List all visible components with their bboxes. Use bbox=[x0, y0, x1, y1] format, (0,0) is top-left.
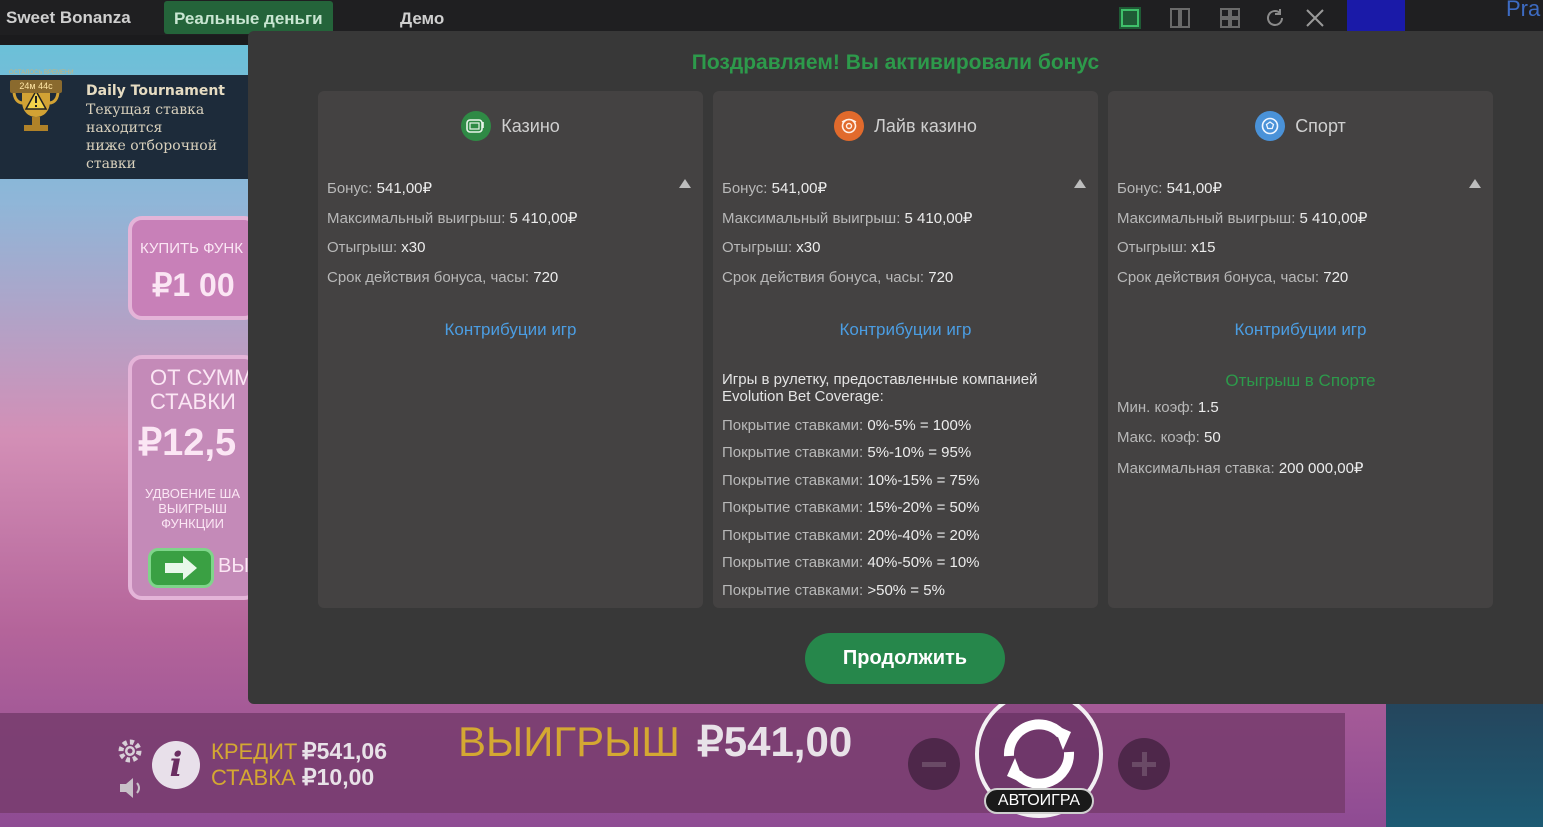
card-title: Казино bbox=[501, 115, 560, 136]
wager-row: Отыгрыш: x30 bbox=[722, 239, 821, 256]
tab-real-money[interactable]: Реальные деньги bbox=[164, 1, 333, 34]
coverage-row: Покрытие ставками: 20%-40% = 20% bbox=[722, 527, 980, 544]
provider-logo: Pra bbox=[1506, 0, 1541, 21]
validity-row: Срок действия бонуса, часы: 720 bbox=[1117, 269, 1349, 286]
min-odds-row: Мин. коэф: 1.5 bbox=[1117, 399, 1219, 416]
speaker-icon[interactable] bbox=[118, 776, 146, 800]
gear-icon[interactable] bbox=[116, 737, 144, 765]
max-odds-row: Макс. коэф: 50 bbox=[1117, 429, 1221, 446]
soccer-ball-icon bbox=[1255, 111, 1286, 141]
minus-icon bbox=[922, 762, 946, 767]
win-label: ВЫИГРЫШ bbox=[458, 718, 680, 765]
arrow-right-icon bbox=[165, 556, 197, 580]
max-win-row: Максимальный выигрыш: 5 410,00₽ bbox=[1117, 210, 1368, 227]
tournament-timer: 24м 44с bbox=[10, 80, 62, 93]
coverage-row: Покрытие ставками: >50% = 5% bbox=[722, 582, 945, 599]
game-contributions-link[interactable]: Контрибуции игр bbox=[1108, 320, 1493, 340]
card-title: Лайв казино bbox=[874, 115, 977, 136]
tournament-timer-label: ОСТАЛОСЬ ВРЕМЕНИ bbox=[9, 70, 74, 76]
game-contributions-link[interactable]: Контрибуции игр bbox=[713, 320, 1098, 340]
modal-title: Поздравляем! Вы активировали бонус bbox=[691, 51, 1100, 74]
card-header: Казино bbox=[318, 111, 703, 141]
ante-toggle-button[interactable] bbox=[148, 548, 214, 588]
bonus-card-sport: Спорт Бонус: 541,00₽ Максимальный выигры… bbox=[1108, 91, 1493, 608]
roulette-intro-text: Игры в рулетку, предоставленные компание… bbox=[722, 371, 1038, 405]
card-title: Спорт bbox=[1295, 115, 1346, 136]
buy-feature-label: КУПИТЬ ФУНК bbox=[140, 240, 244, 257]
tab-demo[interactable]: Демо bbox=[390, 1, 454, 34]
bonus-row: Бонус: 541,00₽ bbox=[1117, 180, 1223, 197]
language-flag[interactable] bbox=[1347, 0, 1405, 31]
wager-row: Отыгрыш: x30 bbox=[327, 239, 426, 256]
game-title: Sweet Bonanza bbox=[6, 8, 131, 27]
bonus-row: Бонус: 541,00₽ bbox=[327, 180, 433, 197]
bonus-card-live-casino: Лайв казино Бонус: 541,00₽ Максимальный … bbox=[713, 91, 1098, 608]
split-view-icon[interactable] bbox=[1168, 6, 1192, 30]
close-icon[interactable] bbox=[1303, 6, 1327, 30]
credit-label: КРЕДИТ bbox=[211, 739, 298, 764]
ante-bet-price: ₽12,5 bbox=[138, 422, 237, 464]
collapse-triangle-icon[interactable] bbox=[679, 179, 691, 188]
validity-row: Срок действия бонуса, часы: 720 bbox=[722, 269, 954, 286]
tournament-text: Текущая ставка находится ниже отборочной… bbox=[86, 102, 218, 177]
win-value: ₽541,00 bbox=[697, 718, 853, 765]
continue-button[interactable]: Продолжить bbox=[805, 633, 1005, 684]
sport-wager-subtitle: Отыгрыш в Спорте bbox=[1225, 371, 1376, 390]
collapse-triangle-icon[interactable] bbox=[1469, 179, 1481, 188]
plus-icon bbox=[1132, 752, 1156, 776]
single-view-icon[interactable] bbox=[1118, 6, 1142, 30]
reload-icon[interactable] bbox=[1263, 6, 1287, 30]
max-stake-row: Максимальная ставка: 200 000,00₽ bbox=[1117, 460, 1364, 477]
max-win-row: Максимальный выигрыш: 5 410,00₽ bbox=[722, 210, 973, 227]
collapse-triangle-icon[interactable] bbox=[1074, 179, 1086, 188]
credit-value: ₽541,06 bbox=[302, 738, 387, 764]
bonus-row: Бонус: 541,00₽ bbox=[722, 180, 828, 197]
stake-value: ₽10,00 bbox=[302, 764, 375, 790]
autoplay-button[interactable]: АВТОИГРА bbox=[984, 788, 1094, 814]
live-dealer-icon bbox=[834, 111, 865, 141]
double-chance-label: УДВОЕНИЕ ША ВЫИГРЫШ ФУНКЦИИ bbox=[145, 486, 241, 531]
game-contributions-link[interactable]: Контрибуции игр bbox=[318, 320, 703, 340]
tournament-title: Daily Tournament bbox=[86, 83, 226, 99]
validity-row: Срок действия бонуса, часы: 720 bbox=[327, 269, 559, 286]
max-win-row: Максимальный выигрыш: 5 410,00₽ bbox=[327, 210, 578, 227]
grid-view-icon[interactable] bbox=[1218, 6, 1242, 30]
coverage-row: Покрытие ставками: 40%-50% = 10% bbox=[722, 554, 980, 571]
ante-toggle-label: ВЫ bbox=[218, 555, 250, 577]
decrease-bet-button[interactable] bbox=[908, 738, 960, 790]
coverage-row: Покрытие ставками: 10%-15% = 75% bbox=[722, 472, 980, 489]
coverage-row: Покрытие ставками: 5%-10% = 95% bbox=[722, 444, 972, 461]
coverage-row: Покрытие ставками: 0%-5% = 100% bbox=[722, 417, 972, 434]
top-bar: Sweet Bonanza Реальные деньги Демо Pra bbox=[0, 0, 1543, 35]
info-icon[interactable]: i bbox=[152, 741, 200, 789]
card-header: Спорт bbox=[1108, 111, 1493, 141]
wager-row: Отыгрыш: x15 bbox=[1117, 239, 1216, 256]
buy-feature-price: ₽1 00 bbox=[152, 267, 235, 303]
ante-bet-label: ОТ СУММ СТАВКИ bbox=[150, 365, 253, 414]
game-background-right bbox=[1386, 700, 1543, 827]
increase-bet-button[interactable] bbox=[1118, 738, 1170, 790]
slot-icon bbox=[461, 111, 492, 141]
coverage-row: Покрытие ставками: 15%-20% = 50% bbox=[722, 499, 980, 516]
stake-label: СТАВКА bbox=[211, 765, 296, 790]
card-header: Лайв казино bbox=[713, 111, 1098, 141]
bonus-card-casino: Казино Бонус: 541,00₽ Максимальный выигр… bbox=[318, 91, 703, 608]
